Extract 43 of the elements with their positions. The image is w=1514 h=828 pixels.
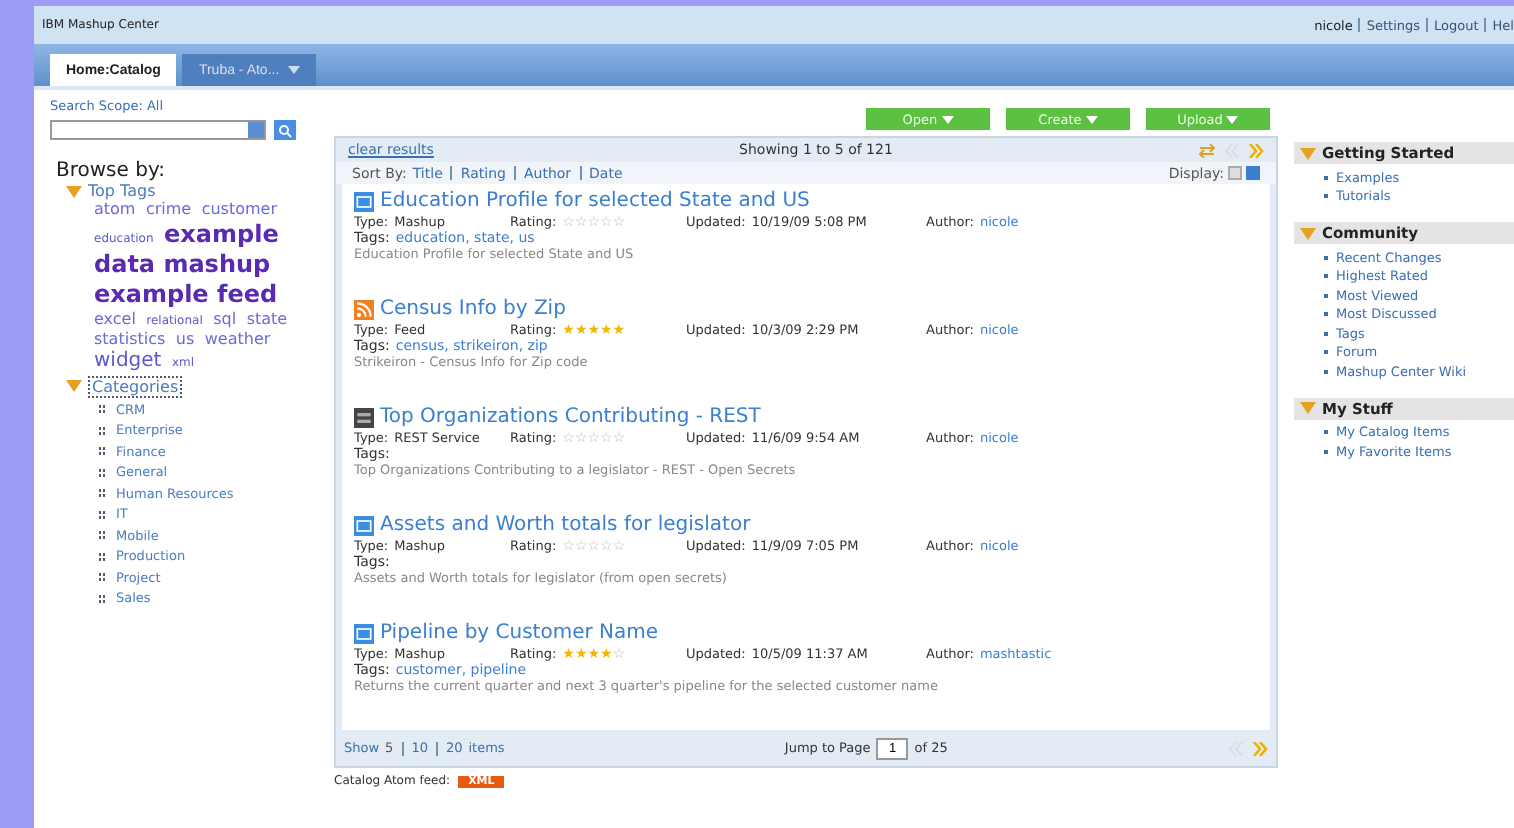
item-title[interactable]: Assets and Worth totals for legislator	[380, 514, 751, 536]
search-button[interactable]	[274, 120, 296, 140]
feed-icon	[354, 299, 374, 319]
item-title[interactable]: Census Info by Zip	[380, 298, 566, 320]
mashup-icon	[354, 623, 374, 643]
expand-arrow-icon[interactable]	[1300, 227, 1316, 239]
mashup-icon	[354, 191, 374, 211]
view-toggle[interactable]	[1228, 166, 1242, 180]
mashup-icon	[354, 515, 374, 535]
caret-icon	[941, 115, 954, 123]
caret-icon	[1226, 115, 1239, 123]
expand-arrow-icon[interactable]	[1300, 147, 1316, 159]
caret-icon	[1085, 115, 1098, 123]
tag-link[interactable]: us	[175, 330, 195, 348]
tag-link[interactable]: example	[164, 220, 279, 248]
expand-arrow-icon[interactable]	[66, 380, 82, 392]
item-title[interactable]: Top Organizations Contributing - REST	[380, 406, 761, 428]
tag-link[interactable]: atom	[94, 200, 136, 218]
tag-link[interactable]: excel	[94, 310, 136, 328]
expand-arrow-icon[interactable]	[66, 185, 82, 197]
next-icon[interactable]	[1251, 741, 1268, 755]
view-toggle[interactable]	[1246, 166, 1260, 180]
tag-link[interactable]: example feed	[94, 280, 278, 308]
tag-link[interactable]: weather	[204, 330, 271, 348]
browse-heading: Browse by:	[56, 160, 167, 182]
tree-label[interactable]: Categories	[88, 375, 183, 397]
item-title[interactable]: Education Profile for selected State and US	[380, 190, 810, 212]
tag-link[interactable]: crime	[145, 200, 192, 218]
tag-link[interactable]: state	[246, 310, 288, 328]
search-icon	[278, 123, 292, 137]
search-field[interactable]	[50, 120, 266, 140]
tag-link[interactable]: customer	[201, 200, 277, 218]
tag-link[interactable]: data mashup	[94, 250, 271, 278]
next-icon[interactable]	[1248, 143, 1264, 157]
tag-link[interactable]: widget	[94, 350, 162, 372]
service-icon	[354, 407, 374, 427]
tag-link[interactable]: sql	[213, 310, 237, 328]
expand-arrow-icon[interactable]	[1300, 402, 1316, 414]
swap-arrows-icon[interactable]	[1198, 143, 1216, 157]
tree-label[interactable]: Top Tags	[88, 182, 156, 200]
caret-icon[interactable]	[287, 66, 300, 74]
item-title[interactable]: Pipeline by Customer Name	[380, 622, 659, 644]
tag-link[interactable]: statistics	[94, 330, 166, 348]
